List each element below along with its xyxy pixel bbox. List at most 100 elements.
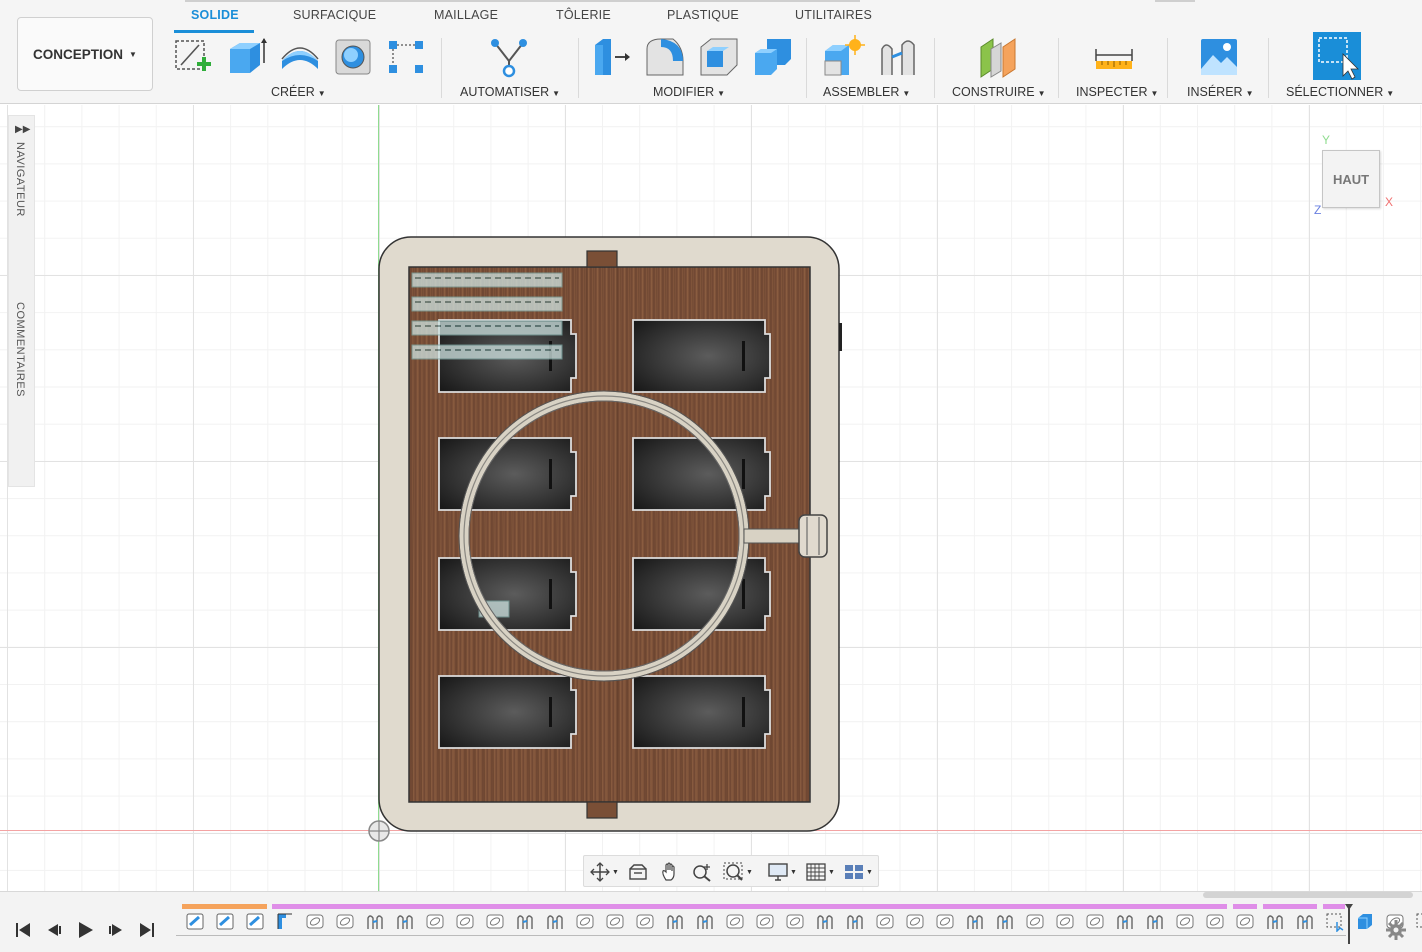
timeline-feature-joint-icon[interactable] <box>1144 910 1166 932</box>
go-to-end-icon[interactable] <box>136 919 158 941</box>
timeline-feature-link-icon[interactable] <box>574 910 596 932</box>
look-at-button[interactable] <box>624 861 652 883</box>
timeline-feature-link-icon[interactable] <box>1084 910 1106 932</box>
timeline-feature-link-icon[interactable] <box>424 910 446 932</box>
inspecter-menu[interactable]: INSPECTER ▼ <box>1076 85 1158 99</box>
step-back-icon[interactable] <box>43 919 65 941</box>
automate-button[interactable] <box>486 34 532 80</box>
shell-button[interactable] <box>696 34 742 80</box>
fit-button[interactable]: ▼ <box>720 861 756 883</box>
hole-button[interactable] <box>330 34 376 80</box>
timeline-feature-link-icon[interactable] <box>1054 910 1076 932</box>
timeline-feature-joint-icon[interactable] <box>994 910 1016 932</box>
timeline-feature-link-icon[interactable] <box>1024 910 1046 932</box>
workspace-switcher-button[interactable]: CONCEPTION ▼ <box>17 17 153 91</box>
create-sketch-button[interactable] <box>170 34 216 80</box>
comments-tab[interactable]: COMMENTAIRES <box>14 302 26 397</box>
tab-maillage[interactable]: MAILLAGE <box>434 8 498 22</box>
model-box-top-view[interactable] <box>375 233 850 838</box>
timeline-scrollbar[interactable] <box>1203 892 1413 898</box>
timeline-feature-link-icon[interactable] <box>1174 910 1196 932</box>
timeline-feature-sketch-icon[interactable] <box>214 910 236 932</box>
timeline-feature-joint-icon[interactable] <box>364 910 386 932</box>
grid-settings-button[interactable]: ▼ <box>802 861 838 883</box>
timeline-feature-joint-icon[interactable] <box>1294 910 1316 932</box>
timeline-feature-link-icon[interactable] <box>334 910 356 932</box>
insert-image-button[interactable] <box>1196 34 1242 80</box>
timeline-feature-link-icon[interactable] <box>784 910 806 932</box>
3d-viewport[interactable]: ▶▶ NAVIGATEUR COMMENTAIRES Y X Z HAUT ▼ … <box>0 105 1422 891</box>
creer-menu[interactable]: CRÉER ▼ <box>271 85 326 99</box>
timeline-feature-link-icon[interactable] <box>454 910 476 932</box>
caret-down-icon: ▼ <box>828 868 835 876</box>
timeline-feature-joint-icon[interactable] <box>814 910 836 932</box>
pattern-button[interactable] <box>383 34 429 80</box>
timeline-feature-link-icon[interactable] <box>484 910 506 932</box>
orbit-button[interactable]: ▼ <box>586 861 622 883</box>
gear-icon[interactable] <box>1385 919 1407 941</box>
display-settings-button[interactable]: ▼ <box>764 861 800 883</box>
selectionner-menu[interactable]: SÉLECTIONNER ▼ <box>1286 85 1394 99</box>
timeline-marker-icon[interactable] <box>1345 904 1353 944</box>
timeline-feature-sel-icon[interactable] <box>1414 910 1422 932</box>
tab-solide[interactable]: SOLIDE <box>191 8 239 22</box>
timeline-feature-joint-icon[interactable] <box>544 910 566 932</box>
revolve-button[interactable] <box>277 34 323 80</box>
timeline-feature-link-icon[interactable] <box>634 910 656 932</box>
timeline-feature-sketch-icon[interactable] <box>244 910 266 932</box>
fillet-button[interactable] <box>642 34 688 80</box>
timeline-feature-link-icon[interactable] <box>1234 910 1256 932</box>
timeline-feature-joint-icon[interactable] <box>664 910 686 932</box>
tab-surfacique[interactable]: SURFACIQUE <box>293 8 376 22</box>
pan-button[interactable] <box>656 861 684 883</box>
timeline-feature-link-icon[interactable] <box>934 910 956 932</box>
zoom-button[interactable] <box>688 861 716 883</box>
timeline-feature-link-icon[interactable] <box>1204 910 1226 932</box>
timeline-feature-joint-icon[interactable] <box>1114 910 1136 932</box>
timeline-group-strip <box>1323 904 1345 909</box>
navigator-tab[interactable]: NAVIGATEUR <box>14 142 26 217</box>
joint-button[interactable] <box>875 34 921 80</box>
timeline-feature-sketch-icon[interactable] <box>184 910 206 932</box>
expand-arrows-icon[interactable]: ▶▶ <box>15 124 30 135</box>
timeline-feature-joint-icon[interactable] <box>394 910 416 932</box>
timeline-feature-link-icon[interactable] <box>874 910 896 932</box>
play-icon[interactable] <box>74 919 96 941</box>
timeline-feature-link-icon[interactable] <box>904 910 926 932</box>
caret-down-icon: ▼ <box>612 868 619 876</box>
timeline-feature-sel-icon[interactable] <box>1324 910 1346 932</box>
new-component-button[interactable] <box>820 34 866 80</box>
timeline-feature-joint-icon[interactable] <box>1264 910 1286 932</box>
timeline-feature-joint-icon[interactable] <box>514 910 536 932</box>
select-button[interactable] <box>1312 31 1362 81</box>
timeline-feature-link-icon[interactable] <box>724 910 746 932</box>
construire-menu[interactable]: CONSTRUIRE ▼ <box>952 85 1046 99</box>
modifier-menu[interactable]: MODIFIER ▼ <box>653 85 725 99</box>
shell-icon <box>700 38 738 76</box>
timeline-feature-plane-icon[interactable] <box>274 910 296 932</box>
offset-plane-button[interactable] <box>974 34 1020 80</box>
timeline-feature-joint-icon[interactable] <box>844 910 866 932</box>
timeline-feature-link-icon[interactable] <box>754 910 776 932</box>
inserer-menu[interactable]: INSÉRER ▼ <box>1187 85 1254 99</box>
tab-tolerie[interactable]: TÔLERIE <box>556 8 611 22</box>
press-pull-button[interactable] <box>588 34 634 80</box>
tab-utilitaires[interactable]: UTILITAIRES <box>795 8 872 22</box>
extrude-button[interactable] <box>223 34 269 80</box>
assembler-menu[interactable]: ASSEMBLER ▼ <box>823 85 910 99</box>
viewcube[interactable]: HAUT <box>1322 150 1380 208</box>
insert-image-icon <box>1201 39 1237 75</box>
combine-button[interactable] <box>750 34 796 80</box>
tab-plastique[interactable]: PLASTIQUE <box>667 8 739 22</box>
automatiser-menu[interactable]: AUTOMATISER ▼ <box>460 85 560 99</box>
viewports-button[interactable]: ▼ <box>840 861 876 883</box>
go-to-start-icon[interactable] <box>12 919 34 941</box>
timeline-feature-joint-icon[interactable] <box>964 910 986 932</box>
timeline-feature-box-icon[interactable] <box>1354 910 1376 932</box>
measure-button[interactable] <box>1091 34 1137 80</box>
timeline-feature-link-icon[interactable] <box>604 910 626 932</box>
origin-marker-icon[interactable] <box>367 819 391 843</box>
step-forward-icon[interactable] <box>105 919 127 941</box>
timeline-feature-link-icon[interactable] <box>304 910 326 932</box>
timeline-feature-joint-icon[interactable] <box>694 910 716 932</box>
